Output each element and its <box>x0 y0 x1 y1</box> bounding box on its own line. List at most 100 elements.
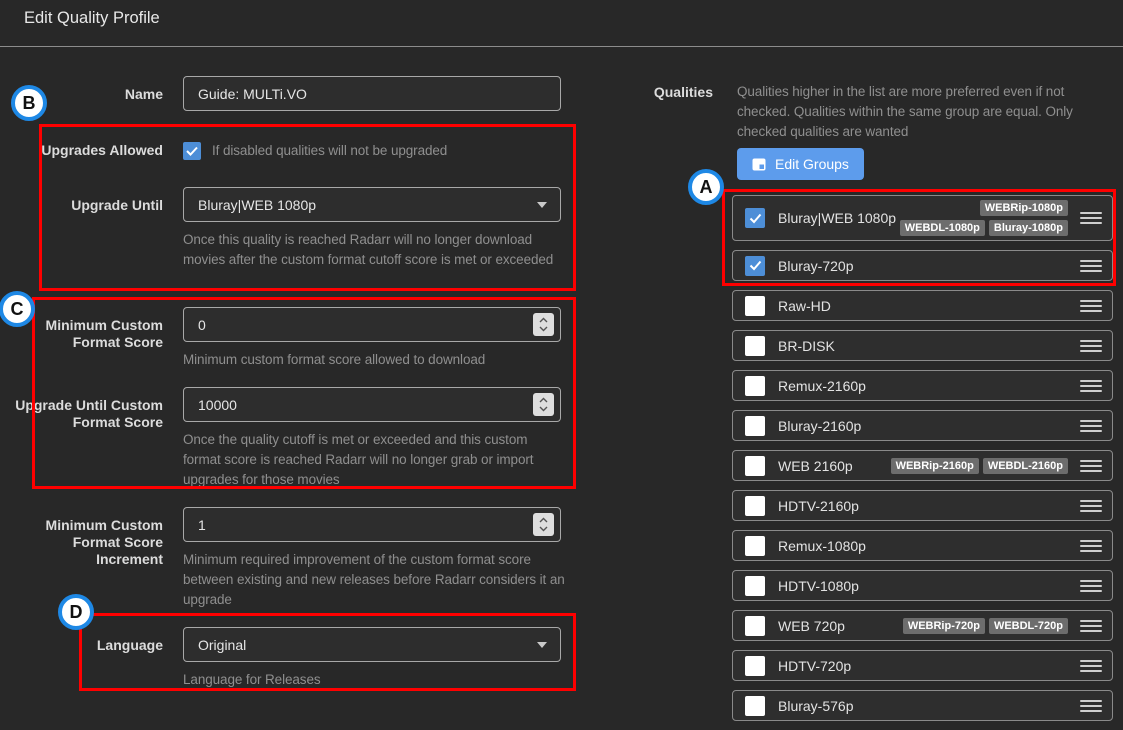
quality-row: Bluray-2160p <box>732 410 1113 441</box>
quality-row: BR-DISK <box>732 330 1113 361</box>
quality-name: WEB 720p <box>778 617 845 634</box>
quality-group-badge: Bluray-1080p <box>988 220 1068 236</box>
quality-row: Bluray-576p <box>732 690 1113 721</box>
quality-row: Bluray|WEB 1080p WEBRip-1080p WEBDL-1080p B… <box>732 195 1113 241</box>
name-input[interactable] <box>183 76 561 111</box>
min-format-score-help: Minimum custom format score allowed to d… <box>183 352 486 367</box>
quality-checkbox[interactable] <box>745 208 765 228</box>
annotation-circle-a: A <box>688 169 724 205</box>
quality-name: Remux-1080p <box>778 537 866 554</box>
drag-handle-icon[interactable] <box>1080 659 1102 672</box>
quality-checkbox[interactable] <box>745 415 765 436</box>
min-format-score-increment-help: Minimum required improvement of the cust… <box>183 552 565 607</box>
upgrade-until-value[interactable] <box>183 187 561 222</box>
drag-handle-icon[interactable] <box>1080 339 1102 352</box>
drag-handle-icon[interactable] <box>1080 579 1102 592</box>
checkmark-icon <box>749 213 761 223</box>
ungroup-icon <box>752 158 766 170</box>
number-spinner[interactable] <box>533 393 554 416</box>
quality-name: HDTV-1080p <box>778 577 859 594</box>
upgrades-allowed-label: Upgrades Allowed <box>41 142 163 158</box>
quality-checkbox[interactable] <box>745 655 765 676</box>
upgrade-until-label: Upgrade Until <box>71 197 163 213</box>
drag-handle-icon[interactable] <box>1080 259 1102 272</box>
edit-groups-button[interactable]: Edit Groups <box>737 148 864 180</box>
quality-name: HDTV-2160p <box>778 497 859 514</box>
drag-handle-icon[interactable] <box>1080 699 1102 712</box>
quality-name: Bluray-2160p <box>778 417 862 434</box>
name-label: Name <box>124 86 163 102</box>
drag-handle-icon[interactable] <box>1080 619 1102 632</box>
quality-checkbox[interactable] <box>745 375 765 396</box>
quality-checkbox[interactable] <box>745 695 765 716</box>
quality-name: Bluray|WEB 1080p <box>778 210 897 226</box>
quality-name: HDTV-720p <box>778 657 852 674</box>
quality-row: Raw-HD <box>732 290 1113 321</box>
number-spinner[interactable] <box>533 513 554 536</box>
checkmark-icon <box>749 260 761 271</box>
language-value[interactable] <box>183 627 561 662</box>
drag-handle-icon[interactable] <box>1080 459 1102 472</box>
quality-row: Remux-2160p <box>732 370 1113 401</box>
spinner-arrows-icon <box>539 517 548 532</box>
quality-checkbox[interactable] <box>745 495 765 516</box>
upgrade-until-help: Once this quality is reached Radarr will… <box>183 232 554 267</box>
min-format-score-label: Minimum Custom Format Score <box>45 317 163 350</box>
quality-checkbox[interactable] <box>745 535 765 556</box>
dialog-header: Edit Quality Profile <box>0 0 1123 47</box>
quality-checkbox[interactable] <box>745 255 765 276</box>
upgrade-until-format-score-label: Upgrade Until Custom Format Score <box>15 397 163 430</box>
quality-row: HDTV-1080p <box>732 570 1113 601</box>
quality-name: BR-DISK <box>778 337 835 354</box>
quality-row: HDTV-2160p <box>732 490 1113 521</box>
number-spinner[interactable] <box>533 313 554 336</box>
drag-handle-icon[interactable] <box>1080 539 1102 552</box>
quality-group-badge: WEBRip-1080p <box>979 200 1068 216</box>
drag-handle-icon[interactable] <box>1080 499 1102 512</box>
spinner-arrows-icon <box>539 397 548 412</box>
quality-group-badge: WEBRip-2160p <box>890 457 979 474</box>
quality-checkbox[interactable] <box>745 335 765 356</box>
dialog-title: Edit Quality Profile <box>24 9 160 27</box>
drag-handle-icon[interactable] <box>1080 299 1102 312</box>
language-select[interactable] <box>183 627 561 662</box>
annotation-circle-d: D <box>58 594 94 630</box>
quality-group-badge: WEBDL-2160p <box>982 457 1068 474</box>
min-format-score-increment-label: Minimum Custom Format Score Increment <box>45 517 163 567</box>
quality-name: WEB 2160p <box>778 457 853 474</box>
upgrade-until-format-score-help: Once the quality cutoff is met or exceed… <box>183 432 534 487</box>
quality-checkbox[interactable] <box>745 455 765 476</box>
quality-checkbox[interactable] <box>745 295 765 316</box>
language-label: Language <box>96 637 163 653</box>
quality-row: WEB 720p WEBRip-720p WEBDL-720p <box>732 610 1113 641</box>
edit-groups-label: Edit Groups <box>775 156 849 172</box>
upgrades-allowed-checkbox[interactable] <box>183 142 201 160</box>
spinner-arrows-icon <box>539 317 548 332</box>
upgrade-until-format-score-input[interactable] <box>183 387 561 422</box>
drag-handle-icon[interactable] <box>1080 379 1102 392</box>
quality-name: Bluray-576p <box>778 697 854 714</box>
quality-name: Remux-2160p <box>778 377 866 394</box>
upgrade-until-select[interactable] <box>183 187 561 222</box>
quality-row: HDTV-720p <box>732 650 1113 681</box>
min-format-score-input[interactable] <box>183 307 561 342</box>
language-help: Language for Releases <box>183 672 321 687</box>
upgrades-allowed-help: If disabled qualities will not be upgrad… <box>212 143 448 158</box>
quality-checkbox[interactable] <box>745 575 765 596</box>
min-format-score-increment-input[interactable] <box>183 507 561 542</box>
quality-group-badge: WEBDL-720p <box>988 617 1068 634</box>
checkmark-icon <box>186 146 198 156</box>
quality-row: WEB 2160p WEBRip-2160p WEBDL-2160p <box>732 450 1113 481</box>
quality-row: Remux-1080p <box>732 530 1113 561</box>
qualities-list: Bluray|WEB 1080p WEBRip-1080p WEBDL-1080p B… <box>732 195 1113 730</box>
quality-row: Bluray-720p <box>732 250 1113 281</box>
quality-name: Raw-HD <box>778 297 831 314</box>
quality-group-badge: WEBRip-720p <box>902 617 985 634</box>
drag-handle-icon[interactable] <box>1080 212 1102 224</box>
drag-handle-icon[interactable] <box>1080 419 1102 432</box>
quality-group-badge: WEBDL-1080p <box>899 220 985 236</box>
quality-name: Bluray-720p <box>778 257 854 274</box>
qualities-help: Qualities higher in the list are more pr… <box>737 84 1073 139</box>
qualities-label: Qualities <box>653 84 713 100</box>
quality-checkbox[interactable] <box>745 615 765 636</box>
